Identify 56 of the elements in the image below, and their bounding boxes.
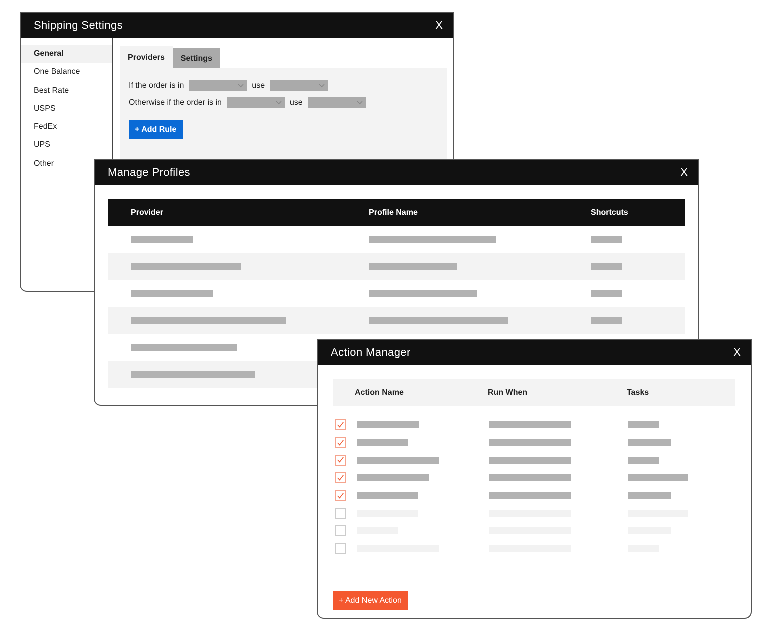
- dropdown-field[interactable]: [189, 80, 248, 91]
- placeholder-bar: [628, 456, 659, 464]
- checkbox[interactable]: [335, 472, 346, 484]
- checkbox[interactable]: [335, 437, 346, 448]
- window-title: Manage Profiles: [108, 166, 190, 178]
- sidebar-item[interactable]: UPS: [21, 136, 54, 155]
- close-button[interactable]: X: [676, 166, 692, 178]
- placeholder-bar: [591, 263, 622, 270]
- checkbox[interactable]: [335, 508, 346, 519]
- add-rule-button[interactable]: + Add Rule: [129, 120, 183, 139]
- placeholder-bar: [591, 317, 622, 324]
- placeholder-bar: [131, 236, 193, 243]
- column-header: Tasks: [627, 388, 650, 397]
- rule-label: use: [252, 81, 266, 90]
- column-header: Shortcuts: [591, 208, 630, 217]
- placeholder-bar: [628, 421, 659, 428]
- window-title: Action Manager: [331, 346, 411, 358]
- checkbox[interactable]: [335, 490, 346, 502]
- chevron-down-icon: [356, 100, 363, 104]
- checkbox[interactable]: [335, 454, 346, 466]
- placeholder-bar: [628, 492, 671, 500]
- column-header: Action Name: [355, 388, 405, 397]
- placeholder-bar: [628, 474, 688, 482]
- rule-label: use: [290, 98, 303, 107]
- tab[interactable]: Settings: [172, 48, 220, 68]
- rule-label: Otherwise if the order is in: [129, 98, 222, 107]
- placeholder-bar: [628, 439, 671, 446]
- column-header: Profile Name: [369, 208, 419, 217]
- checkbox[interactable]: [335, 419, 346, 430]
- sidebar-item[interactable]: FedEx: [21, 118, 62, 136]
- placeholder-bar: [591, 236, 622, 243]
- sidebar-item[interactable]: Other: [21, 154, 58, 174]
- placeholder-bar: [357, 439, 408, 446]
- sidebar-item[interactable]: Best Rate: [21, 82, 74, 100]
- window-title: Shipping Settings: [34, 20, 124, 32]
- tab[interactable]: Providers: [120, 46, 173, 68]
- close-button[interactable]: X: [432, 20, 447, 32]
- placeholder-bar: [357, 474, 429, 482]
- dropdown-field[interactable]: [308, 97, 366, 108]
- chevron-down-icon: [319, 84, 326, 88]
- placeholder-bar: [357, 421, 419, 428]
- dropdown-field[interactable]: [270, 80, 328, 91]
- rule-label: If the order is in: [129, 81, 184, 90]
- close-button[interactable]: X: [730, 346, 745, 358]
- checkbox[interactable]: [335, 525, 346, 536]
- column-header: Run When: [488, 388, 529, 397]
- dropdown-field[interactable]: [226, 97, 285, 108]
- sidebar-item[interactable]: USPS: [21, 100, 60, 118]
- sidebar-item[interactable]: General: [21, 45, 112, 64]
- checkbox[interactable]: [335, 543, 346, 554]
- placeholder-bar: [357, 492, 418, 500]
- column-header: Provider: [131, 208, 164, 217]
- placeholder-bar: [591, 290, 622, 297]
- sidebar-item[interactable]: One Balance: [21, 63, 84, 82]
- chevron-down-icon: [276, 100, 282, 104]
- chevron-down-icon: [238, 84, 244, 88]
